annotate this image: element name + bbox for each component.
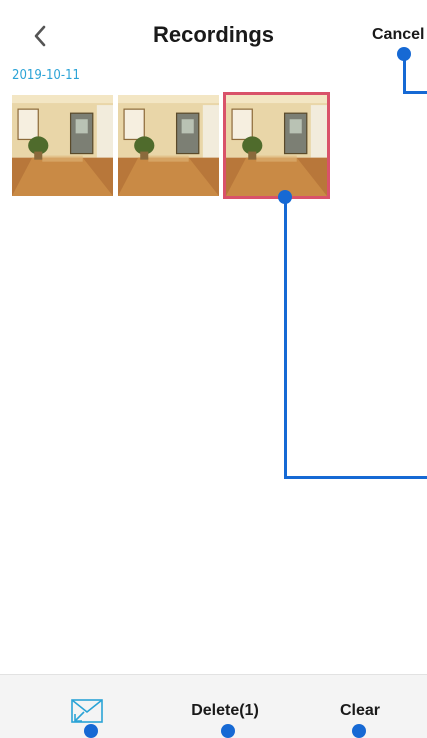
clear-button[interactable]: Clear: [330, 702, 390, 720]
recording-thumbnail[interactable]: [12, 95, 113, 196]
room-photo: [12, 95, 113, 196]
delete-button[interactable]: Delete(1): [185, 702, 265, 720]
annotation-line: [284, 476, 427, 479]
annotation-dot-clear: [352, 724, 366, 738]
annotation-dot-delete: [221, 724, 235, 738]
recording-thumbnail[interactable]: [118, 95, 219, 196]
annotation-line: [403, 91, 427, 94]
page-title: Recordings: [152, 22, 275, 47]
app-header: Recordings Cancel: [0, 0, 427, 62]
mail-icon: [71, 699, 103, 723]
cancel-button[interactable]: Cancel: [372, 26, 424, 44]
room-photo: [226, 95, 327, 196]
annotation-line: [403, 54, 406, 94]
share-button[interactable]: [70, 697, 104, 725]
recording-thumbnail-selected[interactable]: [223, 92, 330, 199]
date-group-label: 2019-10-11: [12, 68, 80, 83]
room-photo: [118, 95, 219, 196]
annotation-line: [284, 197, 287, 479]
annotation-dot-mail: [84, 724, 98, 738]
